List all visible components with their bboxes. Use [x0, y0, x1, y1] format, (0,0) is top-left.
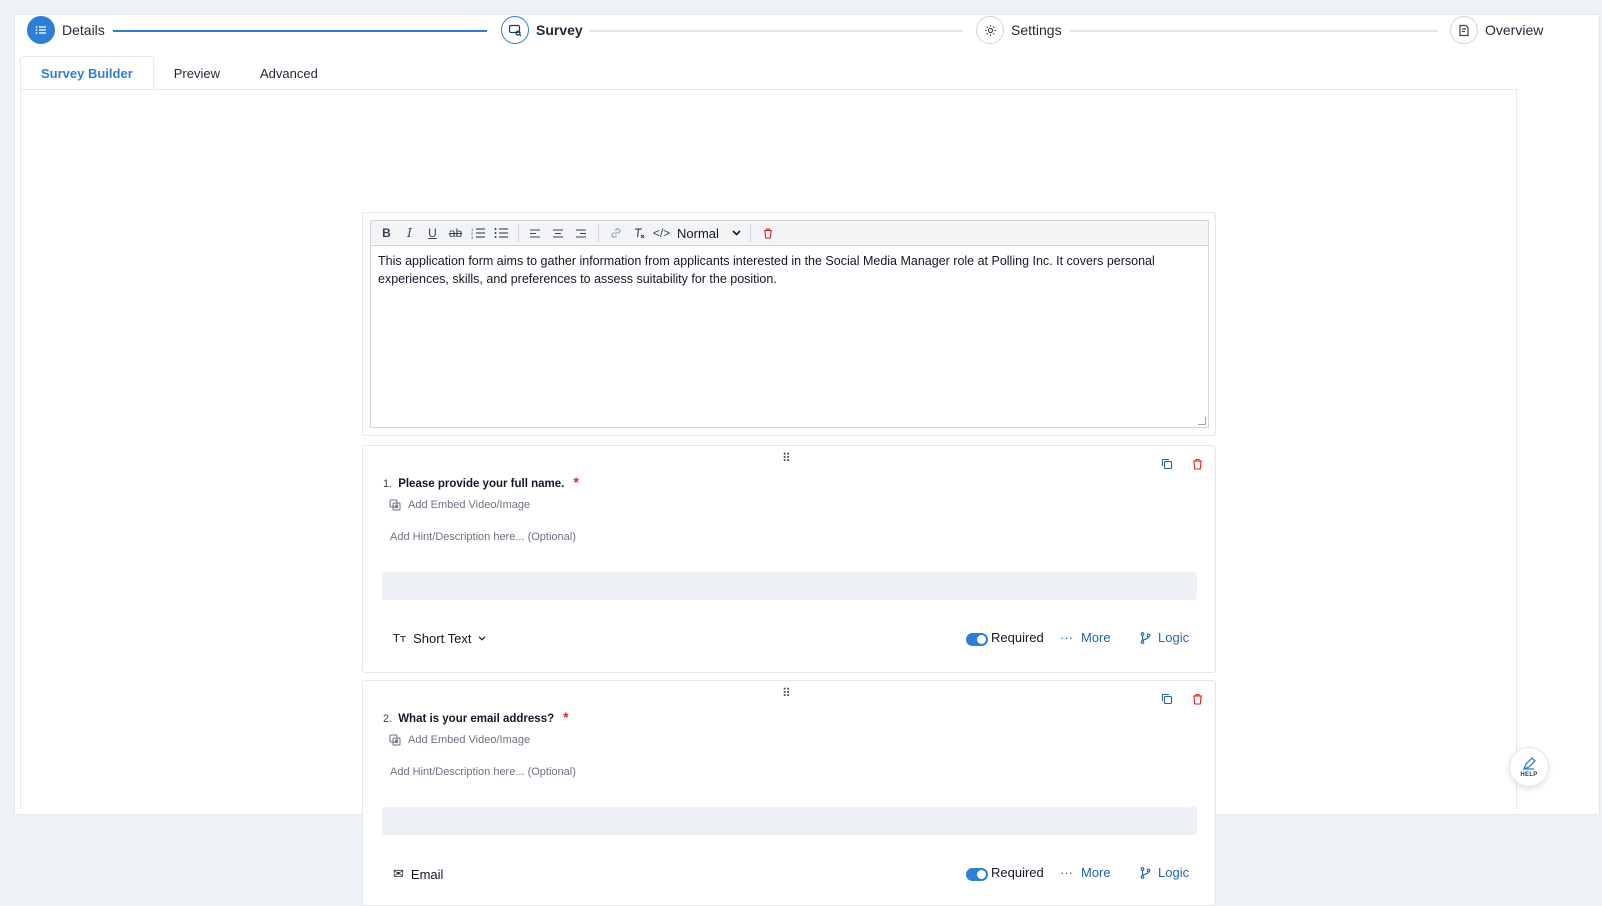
- required-toggle[interactable]: [966, 633, 988, 646]
- required-toggle[interactable]: [966, 868, 988, 881]
- toolbar-divider: [518, 224, 519, 242]
- question-type-select[interactable]: ✉ Email: [393, 866, 443, 882]
- strikethrough-button[interactable]: ab: [444, 223, 467, 243]
- resize-handle-icon[interactable]: [1198, 417, 1206, 425]
- gear-icon: [976, 16, 1004, 44]
- code-block-button[interactable]: </>: [650, 223, 673, 243]
- trash-icon[interactable]: [1189, 691, 1205, 707]
- embed-media-icon: [389, 734, 401, 746]
- intro-editor-card: B I U ab 123 </> Normal This application…: [362, 212, 1216, 436]
- tab-advanced[interactable]: Advanced: [240, 56, 338, 90]
- more-label: More: [1081, 630, 1111, 645]
- step-label: Survey: [536, 22, 583, 38]
- builder-panel: B I U ab 123 </> Normal This application…: [20, 89, 1517, 906]
- question-type-value: Email: [410, 866, 444, 882]
- align-left-icon[interactable]: [524, 223, 547, 243]
- logic-button[interactable]: Logic: [1140, 630, 1189, 645]
- step-label: Overview: [1485, 22, 1544, 38]
- trash-icon[interactable]: [756, 223, 779, 243]
- question-title[interactable]: Please provide your full name.: [398, 478, 564, 490]
- question-card: ⠿ 2. What is your email address? * Add E…: [362, 680, 1216, 906]
- intro-text: This application form aims to gather inf…: [378, 254, 1155, 286]
- tab-preview[interactable]: Preview: [154, 56, 240, 90]
- question-title[interactable]: What is your email address?: [398, 713, 554, 725]
- answer-preview-field: [382, 572, 1197, 600]
- drag-handle-icon[interactable]: ⠿: [782, 686, 791, 700]
- required-label: Required: [991, 865, 1044, 880]
- document-icon: [1450, 16, 1478, 44]
- question-card: ⠿ 1. Please provide your full name. * Ad…: [362, 445, 1216, 673]
- question-type-value: Short Text: [413, 631, 472, 646]
- bold-button[interactable]: B: [375, 223, 398, 243]
- branch-icon: [1140, 866, 1151, 879]
- question-number: 2.: [383, 713, 393, 725]
- builder-tabs: Survey Builder Preview Advanced: [20, 56, 338, 90]
- align-right-icon[interactable]: [570, 223, 593, 243]
- more-button[interactable]: ··· More: [1060, 630, 1111, 645]
- help-button[interactable]: HELP: [1509, 747, 1549, 787]
- italic-button[interactable]: I: [398, 223, 421, 243]
- answer-preview-field: [382, 807, 1197, 835]
- required-label: Required: [991, 630, 1044, 645]
- logic-button[interactable]: Logic: [1140, 865, 1189, 880]
- tab-survey-builder[interactable]: Survey Builder: [20, 56, 154, 90]
- ellipsis-icon: ···: [1060, 630, 1073, 645]
- progress-stepper: Details Survey Settings Overview: [13, 16, 1573, 46]
- format-value: Normal: [677, 225, 719, 241]
- step-label: Details: [62, 22, 105, 38]
- required-asterisk: *: [573, 474, 579, 490]
- step-connector: [1070, 30, 1438, 32]
- question-type-select[interactable]: Tт Short Text: [393, 631, 486, 646]
- text-type-icon: Tт: [393, 632, 407, 645]
- chevron-down-icon: [732, 230, 741, 236]
- text-format-select[interactable]: Normal: [673, 222, 745, 244]
- add-embed-button[interactable]: Add Embed Video/Image: [389, 499, 530, 511]
- step-connector: [113, 30, 487, 32]
- required-asterisk: *: [563, 709, 569, 725]
- embed-label: Add Embed Video/Image: [408, 734, 531, 746]
- help-label: HELP: [1520, 772, 1538, 778]
- underline-button[interactable]: U: [421, 223, 444, 243]
- toolbar-divider: [598, 224, 599, 242]
- intro-text-editor[interactable]: This application form aims to gather inf…: [370, 246, 1209, 428]
- step-details[interactable]: Details: [27, 16, 105, 44]
- add-embed-button[interactable]: Add Embed Video/Image: [389, 734, 530, 746]
- copy-icon[interactable]: [1159, 456, 1175, 472]
- ellipsis-icon: ···: [1060, 865, 1073, 880]
- ordered-list-icon[interactable]: 123: [467, 223, 490, 243]
- more-button[interactable]: ··· More: [1060, 865, 1111, 880]
- step-connector: [589, 30, 963, 32]
- bullet-list-icon[interactable]: [490, 223, 513, 243]
- branch-icon: [1140, 631, 1151, 644]
- chevron-down-icon: [479, 636, 486, 641]
- copy-icon[interactable]: [1159, 691, 1175, 707]
- step-overview[interactable]: Overview: [1450, 16, 1543, 44]
- embed-label: Add Embed Video/Image: [408, 499, 531, 511]
- logic-label: Logic: [1158, 865, 1190, 880]
- svg-text:3: 3: [471, 235, 474, 239]
- align-center-icon[interactable]: [547, 223, 570, 243]
- question-number: 1.: [383, 478, 393, 490]
- embed-media-icon: [389, 499, 401, 511]
- step-label: Settings: [1011, 22, 1062, 38]
- logic-label: Logic: [1158, 630, 1190, 645]
- drag-handle-icon[interactable]: ⠿: [782, 451, 791, 465]
- hint-input[interactable]: Add Hint/Description here... (Optional): [390, 531, 576, 543]
- hint-input[interactable]: Add Hint/Description here... (Optional): [390, 766, 576, 778]
- clear-format-icon[interactable]: [627, 223, 650, 243]
- survey-search-icon: [501, 16, 529, 44]
- list-icon: [27, 16, 55, 44]
- trash-icon[interactable]: [1189, 456, 1205, 472]
- step-settings[interactable]: Settings: [976, 16, 1062, 44]
- email-icon: ✉: [393, 866, 404, 881]
- editor-toolbar: B I U ab 123 </> Normal: [370, 220, 1209, 246]
- pencil-ruler-icon: [1522, 757, 1536, 771]
- link-icon[interactable]: [604, 223, 627, 243]
- toolbar-divider: [750, 224, 751, 242]
- step-survey[interactable]: Survey: [501, 16, 583, 44]
- more-label: More: [1081, 865, 1111, 880]
